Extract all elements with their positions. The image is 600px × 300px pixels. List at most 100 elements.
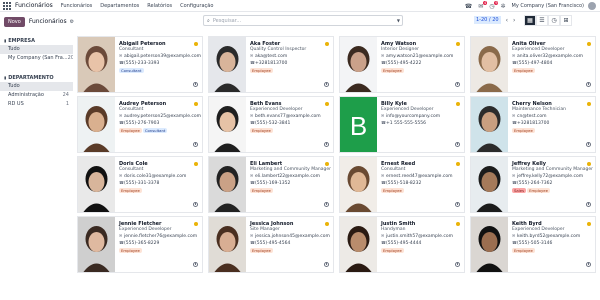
top-navbar: Funcionários Funcionários Departamentos … — [0, 0, 600, 12]
filter-company-all[interactable]: Tudo — [0, 45, 73, 54]
chat-icon[interactable]: ✉ 4 — [478, 0, 488, 10]
activity-view-icon[interactable]: ◷ — [548, 15, 560, 26]
activity-clock-icon[interactable] — [324, 202, 329, 207]
presence-status-icon — [456, 162, 460, 166]
employee-phone: ☎(555)-169-1352 — [250, 180, 291, 186]
activity-clock-icon[interactable] — [193, 82, 198, 87]
employee-card[interactable]: Abigail Peterson Consultant ✉ abigail.peter… — [77, 36, 203, 93]
kanban-view-icon[interactable]: ▦ — [524, 15, 536, 26]
employee-phone: ☎(555)-497-4804 — [512, 60, 553, 66]
activity-clock-icon[interactable] — [455, 142, 460, 147]
pager-previous-icon[interactable]: ‹ — [506, 17, 508, 24]
filter-company-my-company[interactable]: My Company (San Fra... 20 — [0, 54, 73, 63]
phone-icon[interactable]: ☎ — [465, 3, 472, 10]
menu-item-configuration[interactable]: Configuração — [180, 3, 213, 9]
activity-clock-icon[interactable] — [455, 262, 460, 267]
pager-next-icon[interactable]: › — [513, 17, 515, 24]
employee-photo — [209, 157, 246, 212]
employee-card[interactable]: Jennie Fletcher Experienced Developer ✉ jen… — [77, 216, 203, 273]
employee-phone: ☎(555)-505-3146 — [512, 240, 553, 246]
company-switcher[interactable]: My Company (San Francisco) — [512, 3, 585, 9]
tag-badge: Employee — [119, 248, 142, 253]
activity-clock-icon[interactable] — [586, 82, 591, 87]
employee-email: ✉ anita.oliver32@example.com — [512, 53, 583, 59]
search-options-toggle-icon[interactable]: ▼ — [397, 18, 400, 23]
app-brand[interactable]: Funcionários — [15, 2, 53, 9]
view-switcher: ▦ ☰ ◷ ⊞ — [524, 15, 572, 26]
main-menu: Funcionários Departamentos Relatórios Co… — [61, 3, 222, 9]
activity-clock-icon[interactable] — [324, 262, 329, 267]
activity-clock-icon[interactable] — [193, 262, 198, 267]
employee-phone: ☎(555)-518-8232 — [381, 180, 422, 186]
employee-email: ✉ aka@test.com — [250, 53, 288, 59]
filter-department-administration[interactable]: Administração 24 — [0, 91, 73, 100]
employee-card[interactable]: Jeffrey Kelly Marketing and Community Man… — [470, 156, 596, 213]
employee-photo — [340, 217, 377, 272]
filter-department-rd-us[interactable]: RD US 1 — [0, 100, 73, 109]
settings-icon[interactable]: ✲ — [500, 3, 505, 10]
employee-card[interactable]: Keith Byrd Experienced Developer ✉ keith.by… — [470, 216, 596, 273]
presence-status-icon — [194, 222, 198, 226]
search-panel: ▮ EMPRESA Tudo My Company (San Fra... 20 ▮… — [0, 36, 73, 300]
activity-clock-icon[interactable] — [455, 202, 460, 207]
employee-card[interactable]: Justin Smith Handyman ✉ justin.smith57@exam… — [339, 216, 465, 273]
employee-phone: ☎(555)-532-3841 — [250, 120, 291, 126]
employee-card[interactable]: Doris Cole Consultant ✉ doris.cole31@exampl… — [77, 156, 203, 213]
activity-clock-icon[interactable] — [586, 202, 591, 207]
employee-card[interactable]: Audrey Peterson Consultant ✉ audrey.peterso… — [77, 96, 203, 153]
employee-tags: Employee — [119, 248, 192, 254]
tag-badge: Employee — [381, 68, 404, 73]
employee-card[interactable]: Jessica Johnson Site Manager ✉ jessica.john… — [208, 216, 334, 273]
apps-menu-icon[interactable] — [2, 1, 12, 11]
employee-email: ✉ info@yourcompany.com — [381, 113, 441, 119]
activity-clock-icon[interactable] — [324, 82, 329, 87]
employee-tags: Consultant — [119, 68, 192, 74]
search-input[interactable]: Pesquisar... — [213, 18, 241, 24]
tag-badge: Employee — [250, 188, 273, 193]
employee-card[interactable]: Eli Lambert Marketing and Community Manag… — [208, 156, 334, 213]
employee-phone: ☎(555)-331-3378 — [119, 180, 160, 186]
tag-badge: Employee — [250, 248, 273, 253]
users-icon: ▮ — [4, 75, 7, 80]
employee-phone: ☎(555)-264-7362 — [512, 180, 553, 186]
employee-email: ✉ audrey.peterson25@example.com — [119, 113, 202, 119]
activity-clock-icon[interactable] — [324, 142, 329, 147]
activity-clock-icon[interactable]: ◷ 9 — [489, 0, 499, 10]
presence-status-icon — [194, 42, 198, 46]
section-department-header: ▮ DEPARTAMENTO — [4, 75, 54, 81]
filter-department-all[interactable]: Tudo — [0, 82, 73, 91]
presence-status-icon — [194, 102, 198, 106]
employee-photo — [78, 217, 115, 272]
employee-card[interactable]: Beth Evans Experienced Developer ✉ beth.eva… — [208, 96, 334, 153]
menu-item-employees[interactable]: Funcionários — [61, 3, 92, 9]
activity-clock-icon[interactable] — [586, 262, 591, 267]
search-bar[interactable]: ⌕ Pesquisar... ▼ — [203, 15, 403, 26]
employee-card[interactable]: Amy Watson Interior Designer ✉ amy.watson21… — [339, 36, 465, 93]
employee-card[interactable]: Aka Foster Quality Control Inspector ✉ aka@… — [208, 36, 334, 93]
menu-item-departments[interactable]: Departamentos — [100, 3, 139, 9]
breadcrumb: Funcionários — [28, 18, 67, 25]
list-view-icon[interactable]: ☰ — [536, 15, 548, 26]
activity-clock-icon[interactable] — [586, 142, 591, 147]
tag-badge: Employee — [527, 188, 550, 193]
menu-item-reports[interactable]: Relatórios — [147, 3, 172, 9]
activity-clock-icon[interactable] — [193, 202, 198, 207]
user-avatar[interactable] — [588, 2, 596, 10]
employee-email: ✉ ernest.reed47@example.com — [381, 173, 453, 179]
employee-card[interactable]: B Billy Kyle Experienced Developer ✉ info@yo… — [339, 96, 465, 153]
activity-clock-icon[interactable] — [455, 82, 460, 87]
employee-card[interactable]: Cherry Nelson Maintenance Technician ✉ cn@t… — [470, 96, 596, 153]
tag-badge: Consultant — [142, 128, 168, 133]
activity-clock-icon[interactable] — [193, 142, 198, 147]
new-button[interactable]: Novo — [4, 16, 25, 27]
employee-email: ✉ justin.smith57@example.com — [381, 233, 453, 239]
gear-icon[interactable]: ⚙ — [70, 19, 74, 25]
employee-info: Jeffrey Kelly Marketing and Community Man… — [512, 161, 593, 194]
employee-photo — [209, 217, 246, 272]
tag-badge: Sales — [512, 188, 527, 193]
hierarchy-view-icon[interactable]: ⊞ — [560, 15, 572, 26]
employee-card[interactable]: Anita Oliver Experienced Developer ✉ anita.… — [470, 36, 596, 93]
pager-value[interactable]: 1-20 / 20 — [474, 16, 501, 24]
employee-card[interactable]: Ernest Reed Consultant ✉ ernest.reed47@exam… — [339, 156, 465, 213]
employee-photo — [78, 157, 115, 212]
